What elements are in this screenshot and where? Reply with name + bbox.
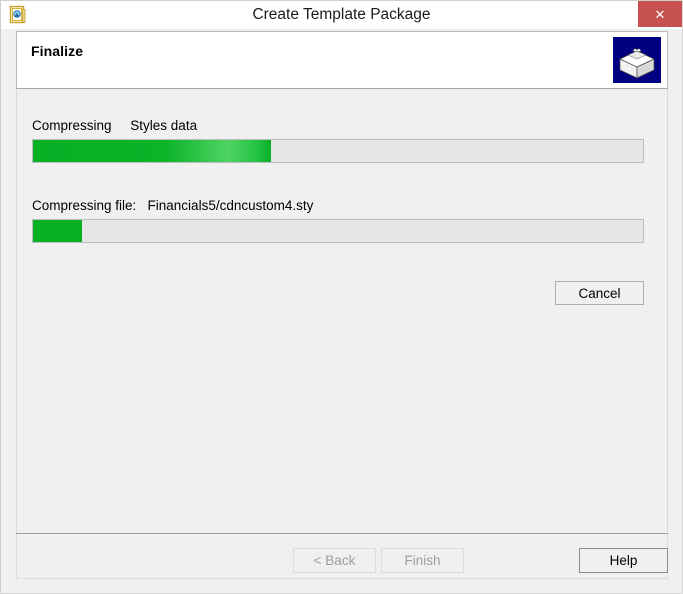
overall-progress-fill <box>33 140 271 162</box>
help-button[interactable]: Help <box>579 548 668 573</box>
current-file-label: Compressing file: Financials5/cdncustom4… <box>32 198 314 213</box>
overall-progress-label: Compressing Styles data <box>32 118 198 133</box>
cancel-button[interactable]: Cancel <box>555 281 644 305</box>
wizard-footer: < Back Finish Help <box>16 534 668 579</box>
finish-button-label: Finish <box>404 553 441 568</box>
page-title: Finalize <box>31 43 84 59</box>
wizard-body: Compressing Styles data Compressing file… <box>16 89 668 579</box>
cancel-button-label: Cancel <box>578 285 621 301</box>
title-bar: Create Template Package ✕ <box>1 1 682 29</box>
finish-button[interactable]: Finish <box>381 548 464 573</box>
package-box-icon <box>613 37 661 83</box>
current-file-progress-fill <box>33 220 82 242</box>
create-template-package-dialog: Create Template Package ✕ Finalize Compr… <box>0 0 683 594</box>
window-title: Create Template Package <box>252 6 431 23</box>
back-button-label: < Back <box>313 553 356 568</box>
help-button-label: Help <box>609 553 638 568</box>
back-button[interactable]: < Back <box>293 548 376 573</box>
close-button[interactable]: ✕ <box>638 1 682 27</box>
close-icon: ✕ <box>654 6 666 22</box>
current-file-progress-bar <box>32 219 644 243</box>
wizard-header: Finalize <box>16 31 668 89</box>
overall-progress-bar <box>32 139 644 163</box>
